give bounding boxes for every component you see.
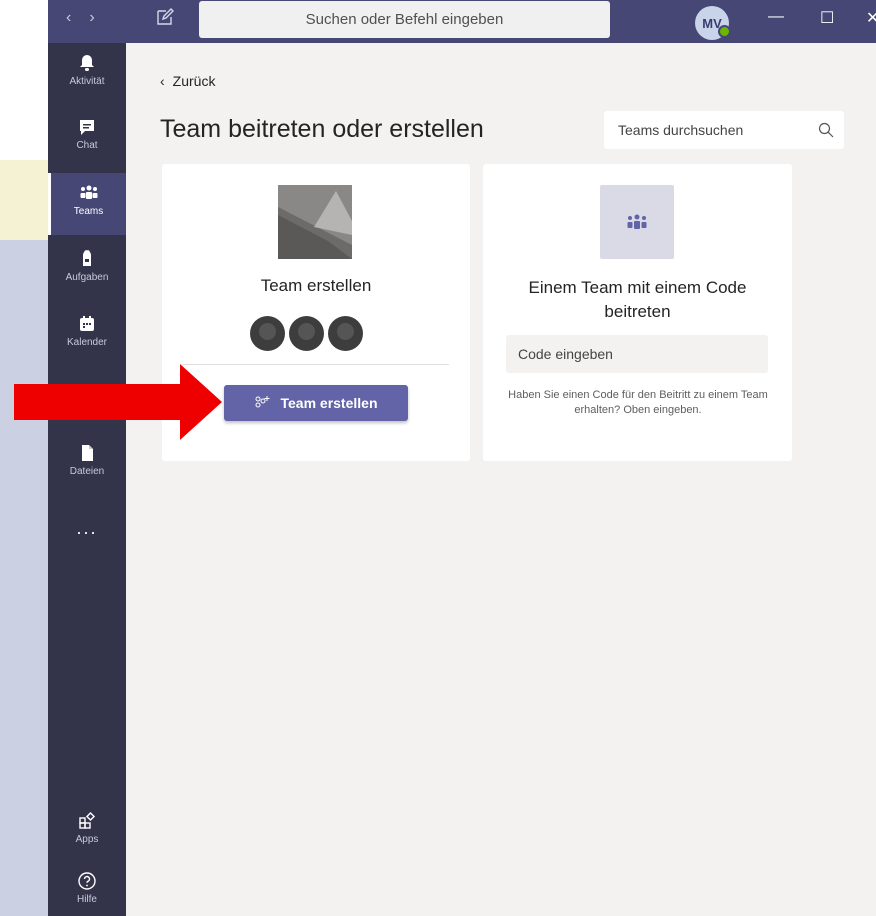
people-avatars bbox=[250, 316, 363, 351]
maximize-icon[interactable]: ☐ bbox=[820, 8, 834, 28]
rail-item-chat[interactable]: Chat bbox=[48, 107, 126, 169]
search-icon bbox=[818, 122, 834, 138]
compose-icon[interactable] bbox=[156, 8, 174, 26]
title-bar: ‹› Suchen oder Befehl eingeben MV — ☐ ✕ bbox=[48, 0, 876, 43]
command-search-placeholder: Suchen oder Befehl eingeben bbox=[305, 11, 504, 28]
chat-icon bbox=[80, 120, 94, 135]
rail-item-files[interactable]: Dateien bbox=[48, 433, 126, 495]
apps-icon bbox=[79, 811, 96, 829]
join-card-title: Einem Team mit einem Code beitreten bbox=[528, 278, 747, 321]
help-icon bbox=[78, 872, 96, 890]
join-team-card: Einem Team mit einem Code beitreten Code… bbox=[483, 164, 792, 461]
close-icon[interactable]: ✕ bbox=[866, 8, 876, 28]
teams-icon bbox=[80, 185, 97, 199]
person-avatar-icon bbox=[328, 316, 363, 351]
annotation-arrow-icon bbox=[14, 364, 222, 440]
person-avatar-icon bbox=[250, 316, 285, 351]
team-code-placeholder: Code eingeben bbox=[518, 346, 613, 362]
rail-label: Chat bbox=[76, 140, 98, 151]
forward-arrow-icon[interactable]: › bbox=[89, 9, 112, 26]
file-icon bbox=[82, 445, 93, 461]
main-content: ‹ Zurück Team beitreten oder erstellen T… bbox=[126, 43, 876, 916]
back-arrow-icon[interactable]: ‹ bbox=[66, 9, 89, 26]
rail-item-apps[interactable]: Apps bbox=[48, 801, 126, 863]
command-search-bar[interactable]: Suchen oder Befehl eingeben bbox=[199, 1, 610, 38]
team-code-input[interactable]: Code eingeben bbox=[506, 335, 768, 373]
rail-label: Kalender bbox=[66, 337, 108, 348]
rail-item-calendar[interactable]: Kalender bbox=[48, 304, 126, 366]
rail-item-activity[interactable]: Aktivität bbox=[48, 43, 126, 105]
teams-icon bbox=[627, 214, 647, 229]
rail-label: Apps bbox=[75, 834, 99, 845]
join-team-image bbox=[600, 185, 674, 259]
rail-label: Hilfe bbox=[76, 894, 97, 905]
history-nav: ‹› bbox=[66, 9, 113, 27]
add-team-icon bbox=[255, 396, 270, 408]
rail-item-teams[interactable]: Teams bbox=[48, 173, 126, 235]
team-search-placeholder: Teams durchsuchen bbox=[618, 122, 744, 138]
team-placeholder-image bbox=[278, 185, 352, 259]
minimize-icon[interactable]: — bbox=[768, 8, 784, 26]
user-avatar[interactable]: MV bbox=[695, 6, 731, 40]
rail-item-help[interactable]: Hilfe bbox=[48, 861, 126, 916]
page-title: Team beitreten oder erstellen bbox=[160, 115, 484, 143]
code-hint-text: Haben Sie einen Code für den Beitritt zu… bbox=[508, 389, 768, 416]
rail-label: Teams bbox=[73, 206, 104, 217]
rail-label: Aktivität bbox=[69, 76, 105, 87]
status-available-icon bbox=[718, 25, 731, 38]
create-team-button-label: Team erstellen bbox=[280, 395, 378, 411]
create-team-button[interactable]: Team erstellen bbox=[224, 385, 408, 421]
calendar-icon bbox=[80, 316, 94, 331]
person-avatar-icon bbox=[289, 316, 324, 351]
chevron-left-icon: ‹ bbox=[160, 73, 165, 89]
back-label: Zurück bbox=[172, 73, 216, 89]
team-search-input[interactable]: Teams durchsuchen bbox=[604, 111, 844, 149]
rail-label: Dateien bbox=[69, 466, 105, 477]
app-rail: Aktivität Chat Teams Aufgaben Kalender D… bbox=[48, 43, 126, 916]
rail-item-assignments[interactable]: Aufgaben bbox=[48, 239, 126, 301]
bell-icon bbox=[80, 55, 94, 71]
rail-label: Aufgaben bbox=[65, 272, 109, 283]
more-apps-icon[interactable]: ... bbox=[48, 518, 126, 539]
backpack-icon bbox=[83, 250, 91, 266]
back-link[interactable]: ‹ Zurück bbox=[160, 73, 215, 89]
create-card-title: Team erstellen bbox=[260, 276, 372, 295]
